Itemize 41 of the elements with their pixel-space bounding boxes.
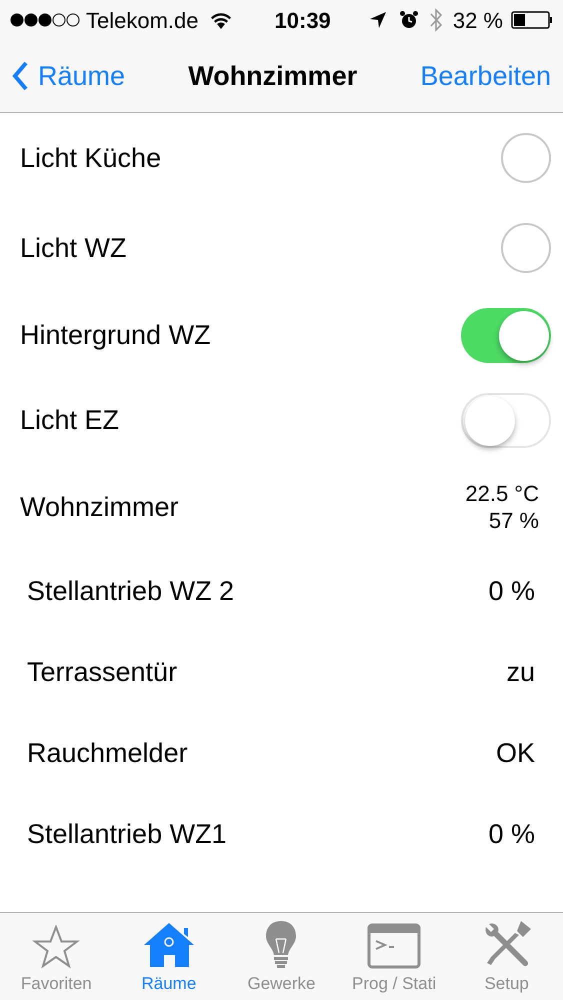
row-value: OK bbox=[496, 737, 535, 770]
toggle-switch[interactable] bbox=[461, 308, 551, 363]
toggle-button[interactable] bbox=[501, 133, 551, 183]
row-label: Licht EZ bbox=[20, 404, 120, 438]
edit-button[interactable]: Bearbeiten bbox=[420, 56, 551, 96]
tab-item[interactable]: Setup bbox=[450, 913, 563, 1000]
house-icon bbox=[142, 920, 196, 968]
clock-time: 10:39 bbox=[274, 6, 331, 34]
star-icon bbox=[32, 924, 80, 968]
lightbulb-icon bbox=[264, 918, 298, 968]
page-title: Wohnzimmer bbox=[188, 60, 358, 93]
toggle-switch[interactable] bbox=[461, 393, 551, 448]
row-label: Licht WZ bbox=[20, 232, 127, 265]
back-button[interactable]: Räume bbox=[12, 56, 126, 96]
battery-icon bbox=[511, 11, 553, 29]
bluetooth-icon bbox=[428, 8, 443, 32]
row-label: Stellantrieb WZ 2 bbox=[27, 575, 234, 608]
row-value: 0 % bbox=[488, 575, 535, 608]
row-label: Rauchmelder bbox=[27, 737, 188, 770]
tab-item[interactable]: Räume bbox=[112, 913, 226, 1000]
sensor-value: 22.5 °C bbox=[465, 480, 539, 507]
signal-strength-icon bbox=[10, 13, 80, 27]
alarm-clock-icon bbox=[398, 10, 419, 30]
row-label: Hintergrund WZ bbox=[20, 319, 211, 352]
battery-percentage: 32 % bbox=[452, 6, 503, 34]
back-chevron-icon bbox=[12, 61, 28, 91]
tab-item[interactable]: Favoriten bbox=[0, 913, 113, 1000]
row-label: Stellantrieb WZ1 bbox=[27, 818, 227, 852]
row-label: Terrassentür bbox=[27, 656, 178, 690]
row-value: 0 % bbox=[488, 818, 535, 852]
carrier-name: Telekom.de bbox=[86, 6, 199, 34]
location-arrow-icon bbox=[368, 11, 387, 29]
toggle-button[interactable] bbox=[501, 223, 551, 273]
row-value: zu bbox=[506, 656, 535, 690]
tab-item[interactable]: Prog / Stati bbox=[338, 913, 450, 1000]
sensor-value: 57 % bbox=[488, 507, 539, 534]
tab-item[interactable]: Gewerke bbox=[225, 913, 338, 1000]
wifi-icon bbox=[208, 11, 233, 29]
row-label: Licht Küche bbox=[20, 142, 162, 175]
terminal-window-icon bbox=[367, 922, 422, 968]
row-label: Wohnzimmer bbox=[20, 490, 179, 524]
